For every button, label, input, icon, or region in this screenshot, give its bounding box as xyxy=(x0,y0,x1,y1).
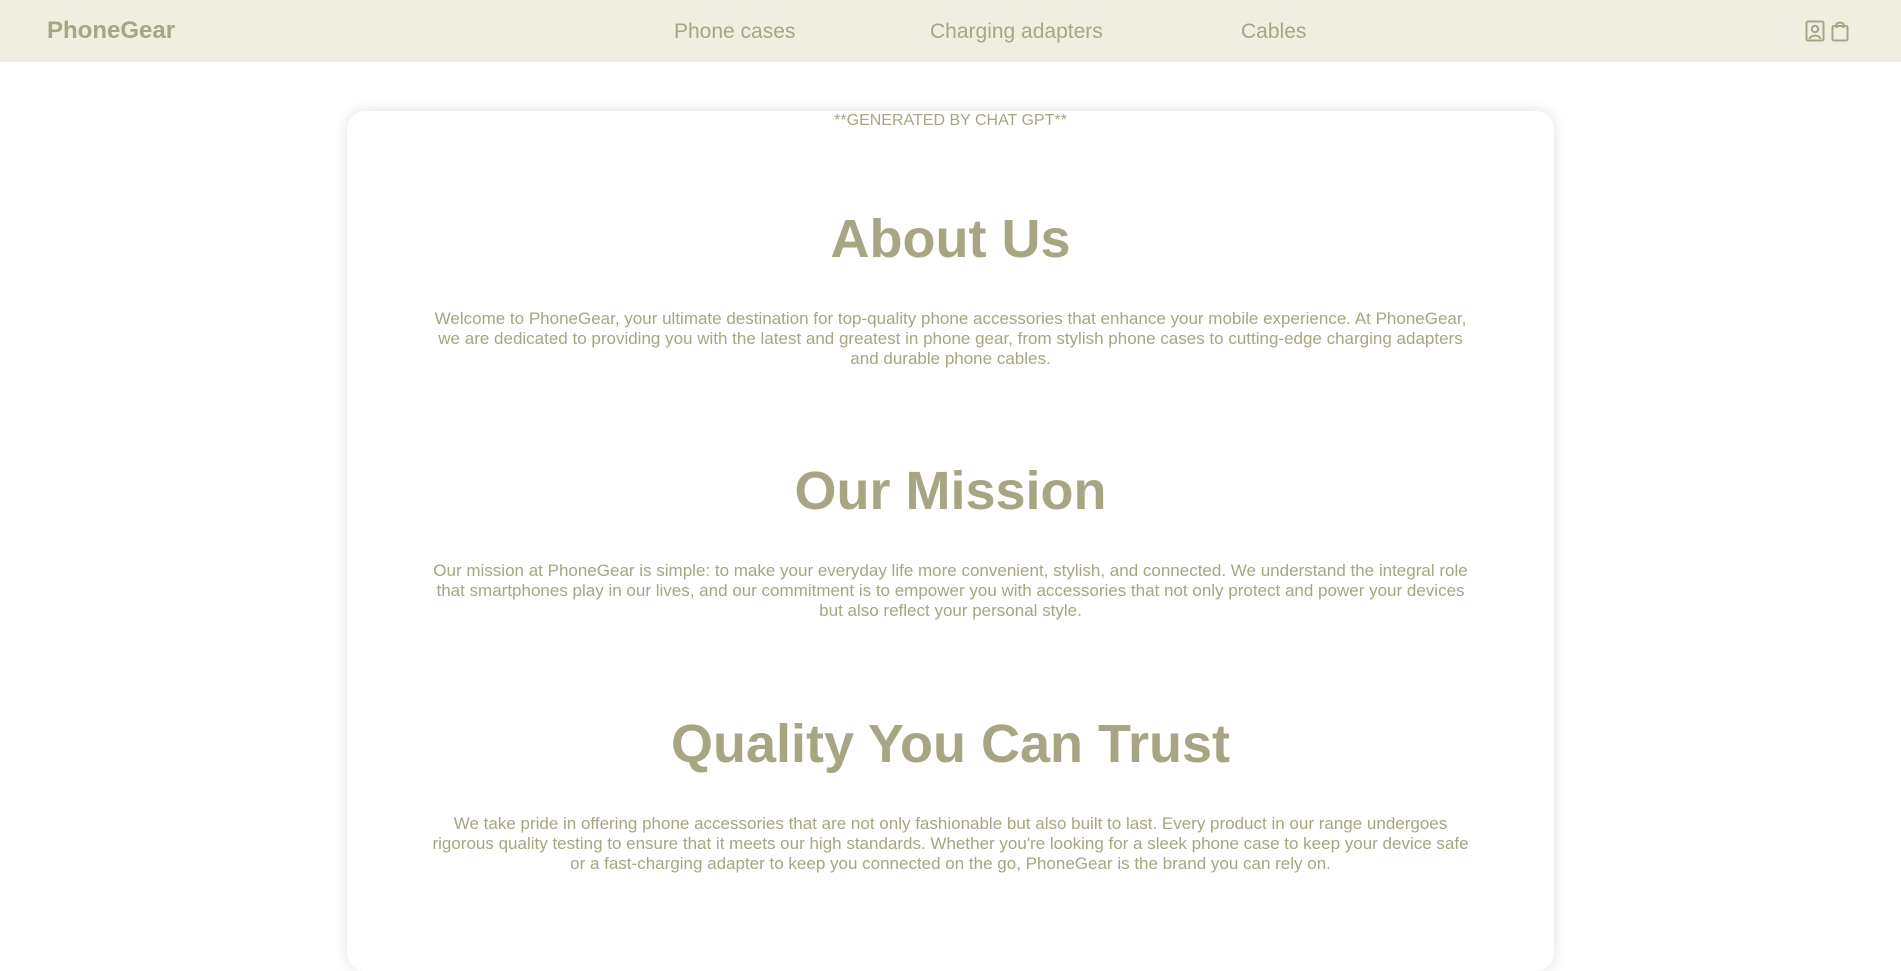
nav-link-phone-cases[interactable]: Phone cases xyxy=(674,19,795,44)
top-navigation-bar: PhoneGear Phone cases Charging adapters … xyxy=(0,0,1901,62)
about-content-card: **GENERATED BY CHAT GPT** About Us Welco… xyxy=(347,111,1554,971)
shopping-bag-icon[interactable] xyxy=(1831,20,1853,42)
brand-logo-link[interactable]: PhoneGear xyxy=(47,17,175,45)
section-body-our-mission: Our mission at PhoneGear is simple: to m… xyxy=(433,561,1468,620)
section-body-quality: We take pride in offering phone accessor… xyxy=(432,814,1469,873)
section-body-about-us: Welcome to PhoneGear, your ultimate dest… xyxy=(434,309,1467,368)
section-heading-quality: Quality You Can Trust xyxy=(670,714,1231,774)
generated-note: **GENERATED BY CHAT GPT** xyxy=(834,112,1067,129)
section-heading-about-us: About Us xyxy=(830,209,1071,269)
section-heading-our-mission: Our Mission xyxy=(794,461,1107,521)
account-icon[interactable] xyxy=(1805,20,1827,42)
nav-link-charging-adapters[interactable]: Charging adapters xyxy=(930,19,1103,44)
nav-link-cables[interactable]: Cables xyxy=(1241,19,1306,44)
